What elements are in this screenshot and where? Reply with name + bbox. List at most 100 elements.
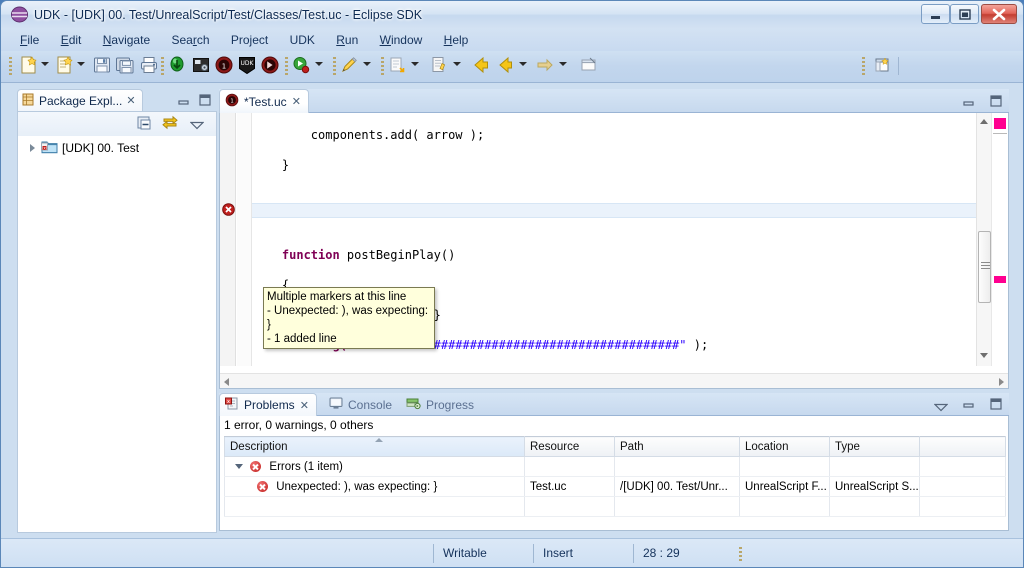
toolbar-grip[interactable] [862, 57, 865, 75]
udk-run-icon[interactable] [260, 55, 280, 78]
editor-tab-label: *Test.uc [244, 94, 287, 109]
editor-annotation-ruler[interactable] [220, 113, 236, 366]
toolbar-grip[interactable] [285, 57, 288, 75]
view-menu-icon[interactable] [189, 119, 205, 133]
forward-dropdown-icon[interactable] [519, 62, 527, 66]
menu-bar: File Edit Navigate Search Project UDK Ru… [1, 29, 1023, 51]
scroll-right-arrow-icon[interactable] [999, 378, 1004, 386]
run-dropdown-icon[interactable] [315, 62, 323, 66]
scroll-thumb-grip [981, 262, 990, 270]
editor-overview-ruler[interactable] [991, 113, 1007, 366]
editor-folding-ruler[interactable] [237, 113, 252, 366]
column-header-description[interactable]: Description [224, 436, 525, 457]
scroll-down-arrow-icon[interactable] [980, 353, 988, 358]
package-explorer-title: Package Expl... [39, 93, 123, 108]
external-tools-icon[interactable] [191, 55, 211, 78]
collapse-twisty-icon[interactable] [235, 463, 243, 469]
minimize-icon[interactable] [177, 93, 191, 110]
package-explorer-tree: x [UDK] 00. Test [18, 138, 216, 158]
open-perspective-icon[interactable] [873, 55, 893, 78]
package-explorer-icon [22, 93, 35, 109]
column-header-path[interactable]: Path [614, 436, 740, 457]
new-wizard-dropdown-icon[interactable] [41, 62, 49, 66]
maximize-button[interactable] [950, 4, 979, 24]
tab-progress[interactable]: Progress [406, 393, 474, 416]
maximize-icon[interactable] [989, 398, 1003, 415]
tab-problems[interactable]: x Problems ✕ [219, 393, 317, 416]
maximize-icon[interactable] [198, 93, 212, 110]
udk-editor-icon[interactable]: UDK [237, 55, 257, 78]
error-icon [250, 460, 262, 472]
save-all-icon[interactable] [115, 55, 135, 78]
collapse-all-icon[interactable] [136, 115, 153, 135]
last-edit-icon[interactable] [429, 55, 449, 78]
back-icon[interactable] [471, 55, 491, 78]
editor-horizontal-scrollbar[interactable] [220, 373, 1008, 388]
code-line: function postBeginPlay() [281, 248, 456, 262]
close-icon[interactable]: ✕ [300, 399, 309, 412]
next-annotation-dropdown-icon[interactable] [411, 62, 419, 66]
menu-window[interactable]: Window [371, 29, 432, 51]
save-icon[interactable] [92, 55, 112, 78]
next-arrow-icon[interactable] [535, 55, 555, 78]
link-with-editor-icon[interactable] [161, 114, 179, 135]
maximize-icon[interactable] [989, 95, 1003, 111]
last-edit-dropdown-icon[interactable] [453, 62, 461, 66]
menu-udk[interactable]: UDK [281, 29, 324, 51]
column-header-location[interactable]: Location [739, 436, 830, 457]
toolbar-grip[interactable] [161, 57, 164, 75]
pencil-icon[interactable] [339, 55, 359, 78]
svg-text:UDK: UDK [241, 60, 255, 67]
error-annotation-icon[interactable] [222, 203, 235, 219]
debug-icon[interactable] [167, 55, 187, 78]
new-window-icon[interactable] [579, 55, 599, 78]
next-annotation-icon[interactable] [387, 55, 407, 78]
editor-vertical-scrollbar[interactable] [976, 113, 991, 366]
next-arrow-dropdown-icon[interactable] [559, 62, 567, 66]
close-icon[interactable]: ✕ [292, 95, 301, 108]
forward-icon[interactable] [495, 55, 515, 78]
tab-console[interactable]: Console [329, 393, 392, 416]
expand-arrow-icon[interactable] [30, 144, 35, 152]
new-java-class-dropdown-icon[interactable] [77, 62, 85, 66]
tab-package-explorer[interactable]: Package Expl... ✕ [17, 89, 143, 111]
menu-navigate[interactable]: Navigate [94, 29, 159, 51]
new-wizard-icon[interactable] [19, 55, 39, 78]
menu-help[interactable]: Help [435, 29, 478, 51]
overview-marker[interactable] [994, 276, 1006, 283]
udk-compile-icon[interactable]: 1 [214, 55, 234, 78]
menu-edit[interactable]: Edit [52, 29, 91, 51]
minimize-icon[interactable] [962, 97, 979, 111]
status-resize-grip[interactable] [739, 547, 742, 561]
overview-marker[interactable] [994, 118, 1006, 129]
tab-test-uc[interactable]: 1 *Test.uc ✕ [219, 89, 309, 113]
column-header-type[interactable]: Type [829, 436, 920, 457]
view-menu-icon[interactable] [933, 401, 951, 415]
menu-run[interactable]: Run [327, 29, 367, 51]
print-icon[interactable] [139, 55, 159, 78]
editor-scroll-thumb[interactable] [978, 231, 991, 303]
code-line: } [281, 158, 290, 172]
run-icon[interactable] [291, 55, 311, 78]
menu-project[interactable]: Project [222, 29, 277, 51]
toolbar-grip[interactable] [333, 57, 336, 75]
menu-file[interactable]: File [11, 29, 48, 51]
column-header-extra[interactable] [919, 436, 1006, 457]
table-row[interactable] [224, 496, 1006, 517]
tree-item-project[interactable]: x [UDK] 00. Test [18, 138, 216, 158]
scroll-left-arrow-icon[interactable] [224, 378, 229, 386]
toolbar-grip[interactable] [381, 57, 384, 75]
table-row[interactable]: Unexpected: ), was expecting: } Test.uc … [224, 476, 1006, 497]
scroll-up-arrow-icon[interactable] [980, 119, 988, 124]
minimize-icon[interactable] [962, 401, 979, 415]
close-icon[interactable]: ✕ [126, 94, 135, 107]
toolbar-grip[interactable] [9, 57, 12, 75]
menu-search[interactable]: Search [162, 29, 218, 51]
column-header-resource[interactable]: Resource [524, 436, 615, 457]
new-java-class-icon[interactable] [55, 55, 75, 78]
minimize-button[interactable] [921, 4, 950, 24]
problems-table[interactable]: Description Resource Path Location Type [224, 436, 1006, 517]
close-button[interactable] [981, 4, 1017, 24]
pencil-dropdown-icon[interactable] [363, 62, 371, 66]
table-row[interactable]: Errors (1 item) [224, 456, 1006, 477]
